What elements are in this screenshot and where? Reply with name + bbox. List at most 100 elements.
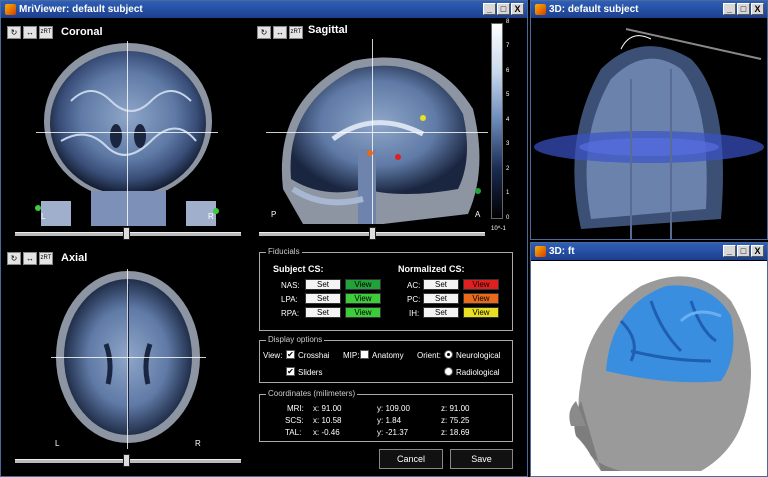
3d-ft-window: 3D: ft _ □ X [530, 242, 768, 477]
close-button[interactable]: X [511, 3, 524, 15]
ac-label: AC: [407, 281, 421, 290]
ih-marker [420, 115, 426, 121]
flip-icon[interactable]: ↔ [23, 26, 37, 39]
tal-coord-label: TAL: [285, 428, 302, 437]
coronal-left-label: L [41, 212, 46, 221]
maximize-button[interactable]: □ [737, 245, 750, 257]
sagittal-slider-thumb[interactable] [369, 227, 376, 240]
rpa-view-button[interactable]: View [345, 307, 381, 318]
ih-set-button[interactable]: Set [423, 307, 459, 318]
close-button[interactable]: X [751, 245, 764, 257]
sagittal-slider[interactable] [259, 227, 485, 240]
radiological-radio[interactable] [444, 367, 453, 376]
colorbar-tick: 7 [506, 43, 510, 49]
colorbar [491, 23, 503, 219]
pc-view-button[interactable]: View [463, 293, 499, 304]
normalized-cs-heading: Normalized CS: [398, 264, 465, 274]
nas-label: NAS: [281, 281, 300, 290]
zoom-reset-icon[interactable]: zRT [289, 26, 303, 39]
mri-viewer-titlebar[interactable]: MriViewer: default subject _ □ X [1, 1, 527, 18]
anatomy-checkbox[interactable] [360, 350, 369, 359]
rotate-icon[interactable]: ↻ [7, 252, 21, 265]
axial-crosshair-v [127, 269, 128, 449]
axial-slice[interactable] [51, 269, 206, 449]
lpa-marker [35, 205, 41, 211]
tal-y: y: -21.37 [377, 428, 409, 437]
matlab-icon [535, 4, 546, 15]
orient-label: Orient: [417, 351, 442, 360]
maximize-button[interactable]: □ [737, 3, 750, 15]
colorbar-ticks: 8 7 6 5 4 3 2 1 0 [506, 19, 516, 223]
rotate-icon[interactable]: ↻ [7, 26, 21, 39]
lpa-set-button[interactable]: Set [305, 293, 341, 304]
colorbar-tick: 3 [506, 141, 510, 147]
coronal-slider[interactable] [15, 227, 241, 240]
minimize-button[interactable]: _ [723, 3, 736, 15]
3d-subject-render[interactable] [531, 19, 767, 239]
zoom-reset-icon[interactable]: zRT [39, 26, 53, 39]
axial-left-label: L [55, 439, 60, 448]
coordinates-title: Coordinates (milimeters) [266, 389, 358, 398]
3d-ft-titlebar[interactable]: 3D: ft _ □ X [531, 243, 767, 260]
ac-set-button[interactable]: Set [423, 279, 459, 290]
mri-coord-label: MRI: [287, 404, 304, 413]
radiological-label: Radiological [456, 368, 500, 377]
tal-x: x: -0.46 [313, 428, 340, 437]
axial-slider[interactable] [15, 454, 241, 467]
coronal-slider-thumb[interactable] [123, 227, 130, 240]
flip-icon[interactable]: ↔ [23, 252, 37, 265]
zoom-reset-icon[interactable]: zRT [39, 252, 53, 265]
mri-y: y: 109.00 [377, 404, 410, 413]
lpa-label: LPA: [281, 295, 298, 304]
save-button[interactable]: Save [450, 449, 513, 469]
sagittal-label: Sagittal [308, 24, 348, 36]
coronal-slice[interactable] [31, 41, 226, 226]
display-options-title: Display options [266, 335, 325, 344]
flip-icon[interactable]: ↔ [273, 26, 287, 39]
nas-view-button[interactable]: View [345, 279, 381, 290]
matlab-icon [5, 4, 16, 15]
neurological-label: Neurological [456, 351, 501, 360]
ac-view-button[interactable]: View [463, 279, 499, 290]
pc-label: PC: [407, 295, 421, 304]
cancel-button[interactable]: Cancel [379, 449, 443, 469]
rpa-set-button[interactable]: Set [305, 307, 341, 318]
colorbar-exponent: 10^-1 [491, 226, 506, 232]
mip-label: MIP: [343, 351, 360, 360]
sliders-checkbox[interactable]: ✔ [286, 367, 295, 376]
colorbar-tick: 4 [506, 117, 510, 123]
scs-z: z: 75.25 [441, 416, 470, 425]
maximize-button[interactable]: □ [497, 3, 510, 15]
3d-ft-render[interactable] [531, 261, 767, 476]
ac-marker [395, 154, 401, 160]
3d-ft-title: 3D: ft [549, 246, 575, 257]
crosshair-label: Crosshai [298, 351, 330, 360]
axial-slider-thumb[interactable] [123, 454, 130, 467]
matlab-icon [535, 246, 546, 257]
lpa-view-button[interactable]: View [345, 293, 381, 304]
coronal-crosshair-v [127, 41, 128, 226]
scs-y: y: 1.84 [377, 416, 402, 425]
close-button[interactable]: X [751, 3, 764, 15]
colorbar-tick: 2 [506, 166, 510, 172]
3d-subject-window: 3D: default subject _ □ X [530, 0, 768, 240]
mri-viewer-title: MriViewer: default subject [19, 4, 143, 15]
coronal-label: Coronal [61, 26, 103, 38]
colorbar-tick: 1 [506, 190, 510, 196]
axial-label: Axial [61, 252, 88, 264]
crosshair-checkbox[interactable]: ✔ [286, 350, 295, 359]
nas-marker [475, 188, 481, 194]
minimize-button[interactable]: _ [483, 3, 496, 15]
rotate-icon[interactable]: ↻ [257, 26, 271, 39]
3d-subject-titlebar[interactable]: 3D: default subject _ □ X [531, 1, 767, 18]
axial-right-label: R [195, 439, 201, 448]
ih-view-button[interactable]: View [463, 307, 499, 318]
nas-set-button[interactable]: Set [305, 279, 341, 290]
neurological-radio[interactable] [444, 350, 453, 359]
minimize-button[interactable]: _ [723, 245, 736, 257]
3d-subject-title: 3D: default subject [549, 4, 639, 15]
sliders-label: Sliders [298, 368, 323, 377]
anatomy-label: Anatomy [372, 351, 404, 360]
pc-set-button[interactable]: Set [423, 293, 459, 304]
sagittal-crosshair-v [372, 39, 373, 224]
